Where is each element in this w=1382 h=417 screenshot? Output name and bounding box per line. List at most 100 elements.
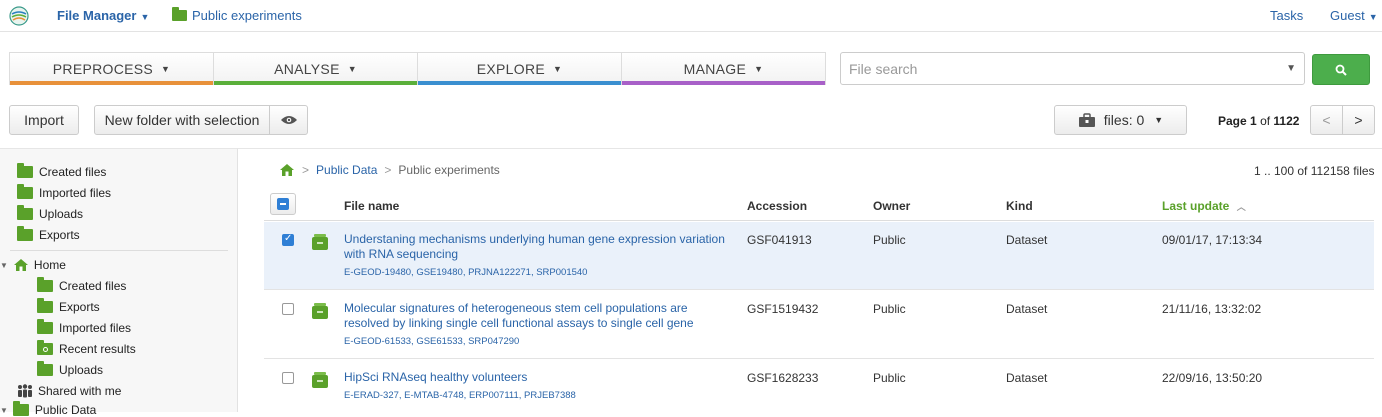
file-name-link[interactable]: Molecular signatures of heterogeneous st…	[344, 301, 734, 331]
expand-caret-icon[interactable]: ▼	[0, 261, 8, 270]
table-row[interactable]: Molecular signatures of heterogeneous st…	[264, 291, 1374, 359]
home-icon	[13, 259, 28, 271]
sidebar-item-label: Imported files	[39, 186, 112, 200]
breadcrumb-separator: >	[384, 163, 392, 177]
file-name-link[interactable]: HipSci RNAseq healthy volunteers	[344, 370, 734, 385]
row-checkbox[interactable]	[282, 372, 294, 384]
folder-icon	[37, 277, 53, 292]
column-accession[interactable]: Accession	[747, 199, 807, 213]
owner-cell: Public	[873, 233, 906, 247]
next-page-button[interactable]: >	[1342, 105, 1375, 135]
folder-icon	[12, 401, 29, 416]
accession-tags[interactable]: E-ERAD-327, E-MTAB-4748, ERP007111, PRJE…	[344, 390, 576, 401]
sidebar-item-home-imported-files[interactable]: Imported files	[37, 319, 132, 335]
sidebar-item-exports[interactable]: Exports	[17, 226, 80, 242]
accession-tags[interactable]: E-GEOD-19480, GSE19480, PRJNA122271, SRP…	[344, 267, 587, 278]
sidebar-item-created-files[interactable]: Created files	[17, 163, 107, 179]
column-file-name[interactable]: File name	[344, 199, 399, 213]
new-folder-label: New folder with selection	[104, 112, 260, 128]
folder-icon	[17, 205, 33, 220]
breadcrumb: > Public Data > Public experiments	[279, 163, 500, 177]
column-kind[interactable]: Kind	[1006, 199, 1033, 213]
caret-down-icon: ▼	[347, 63, 357, 74]
tasks-link[interactable]: Tasks	[1270, 8, 1303, 23]
sidebar-item-public-data[interactable]: ▼ Public Data	[0, 401, 97, 417]
sidebar-item-label: Public Data	[34, 403, 97, 417]
sidebar-item-home-exports[interactable]: Exports	[37, 298, 100, 314]
sidebar-item-label: Uploads	[59, 363, 104, 377]
caret-down-icon: ▼	[140, 12, 150, 22]
last-update-cell: 09/01/17, 17:13:34	[1162, 233, 1263, 247]
app-logo-icon[interactable]	[9, 6, 29, 26]
table-row[interactable]: HipSci RNAseq healthy volunteers E-ERAD-…	[264, 360, 1374, 412]
breadcrumb-public-data[interactable]: Public Data	[316, 163, 377, 177]
current-location-link[interactable]: Public experiments	[172, 7, 302, 23]
tab-analyse[interactable]: ANALYSE ▼	[214, 53, 418, 85]
sidebar-item-label: Uploads	[39, 207, 84, 221]
tab-preprocess[interactable]: PREPROCESS ▼	[10, 53, 214, 85]
accession-tags[interactable]: E-GEOD-61533, GSE61533, SRP047290	[344, 336, 519, 347]
row-checkbox[interactable]	[282, 303, 294, 315]
tab-label: EXPLORE	[476, 60, 546, 77]
sidebar-item-label: Exports	[39, 228, 80, 242]
indeterminate-check-icon	[277, 198, 289, 210]
sidebar-item-shared[interactable]: Shared with me	[16, 384, 121, 398]
search-button[interactable]	[1312, 54, 1370, 85]
sidebar-item-label: Created files	[39, 165, 107, 179]
preview-selection-button[interactable]	[269, 105, 308, 135]
files-basket-button[interactable]: files: 0 ▼	[1054, 105, 1187, 135]
breadcrumb-current: Public experiments	[398, 163, 500, 177]
column-last-update[interactable]: Last update ︿	[1162, 199, 1246, 213]
file-search-input[interactable]: File search ▼	[840, 52, 1305, 85]
file-manager-label: File Manager	[57, 8, 137, 23]
caret-down-icon: ▼	[754, 63, 764, 74]
sidebar-item-label: Shared with me	[38, 384, 122, 398]
sidebar-item-label: Imported files	[59, 321, 132, 335]
folder-icon	[17, 226, 33, 241]
file-name-link[interactable]: Understaning mechanisms underlying human…	[344, 232, 734, 262]
expand-caret-icon[interactable]: ▼	[0, 406, 8, 415]
caret-down-icon: ▼	[1154, 115, 1164, 125]
next-label: >	[1354, 112, 1363, 128]
column-owner[interactable]: Owner	[873, 199, 910, 213]
file-name-line: HipSci RNAseq healthy volunteers	[344, 370, 528, 384]
import-label: Import	[24, 112, 64, 128]
last-update-cell: 22/09/16, 13:50:20	[1162, 371, 1263, 385]
sidebar-item-imported-files[interactable]: Imported files	[17, 184, 112, 200]
search-folder-icon	[37, 340, 53, 355]
accession-cell: GSF1519432	[747, 302, 819, 316]
tab-color-bar	[418, 81, 621, 85]
files-count-label: files: 0	[1103, 112, 1145, 128]
import-button[interactable]: Import	[9, 105, 79, 135]
home-icon[interactable]	[279, 163, 295, 177]
kind-cell: Dataset	[1006, 371, 1048, 385]
new-folder-button[interactable]: New folder with selection	[94, 105, 270, 135]
tab-explore[interactable]: EXPLORE ▼	[418, 53, 622, 85]
user-menu[interactable]: Guest ▼	[1330, 8, 1378, 23]
sidebar-item-home-recent-results[interactable]: Recent results	[37, 340, 136, 356]
caret-down-icon[interactable]: ▼	[1286, 63, 1296, 74]
folder-icon	[37, 298, 53, 313]
sidebar-item-home[interactable]: ▼ Home	[0, 258, 66, 272]
sidebar-item-home-created-files[interactable]: Created files	[37, 277, 126, 293]
page-label: Page	[1218, 114, 1247, 128]
search-placeholder: File search	[849, 60, 918, 77]
select-all-checkbox[interactable]	[270, 193, 296, 215]
tab-color-bar	[10, 81, 213, 85]
last-update-cell: 21/11/16, 13:32:02	[1162, 302, 1262, 316]
prev-page-button[interactable]: <	[1310, 105, 1343, 135]
column-last-update-label: Last update	[1162, 199, 1230, 213]
file-manager-menu[interactable]: File Manager ▼	[57, 8, 149, 23]
tab-color-bar	[214, 81, 417, 85]
current-location-label: Public experiments	[192, 8, 302, 23]
tab-manage[interactable]: MANAGE ▼	[622, 53, 825, 85]
owner-cell: Public	[873, 302, 906, 316]
main-nav: PREPROCESS ▼ ANALYSE ▼ EXPLORE ▼ MANAGE ▼	[9, 52, 826, 85]
table-row[interactable]: Understaning mechanisms underlying human…	[264, 222, 1374, 290]
file-name-line: resolved by linking single cell function…	[344, 316, 694, 330]
sidebar-item-home-uploads[interactable]: Uploads	[37, 361, 104, 377]
row-checkbox[interactable]	[282, 233, 294, 246]
tab-color-bar	[622, 81, 825, 85]
page-of: of	[1260, 114, 1271, 128]
sidebar-item-uploads[interactable]: Uploads	[17, 205, 84, 221]
